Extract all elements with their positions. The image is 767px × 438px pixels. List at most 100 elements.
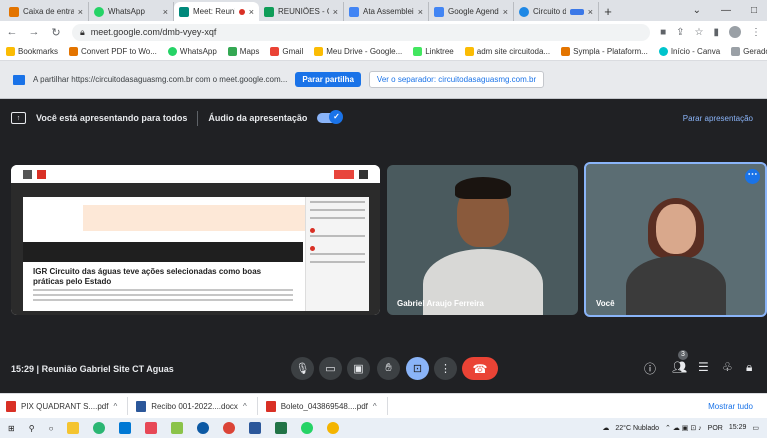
profile-avatar[interactable] [729,26,741,38]
switch-to-tab-button[interactable]: Ver o separador: circuitodasaguasmg.com.… [368,71,545,88]
back-icon[interactable]: ← [6,26,18,38]
leave-call-button[interactable]: ☎︎ [462,357,498,380]
close-icon[interactable]: × [503,7,508,17]
store-icon[interactable] [119,422,132,434]
search-icon[interactable]: ⚲ [29,424,35,433]
activities-icon[interactable]: ♧ [722,360,733,374]
tab-group-marker [569,8,584,15]
shared-screen-tile[interactable]: IGR Circuito das águas teve ações seleci… [11,165,380,315]
close-icon[interactable]: × [78,7,83,17]
microphone-button[interactable]: 🎙︎ [291,357,314,380]
more-options-button[interactable]: ⋮ [434,357,457,380]
download-item[interactable]: Boleto_043869548....pdf ^ [265,397,388,415]
tab-meet[interactable]: Meet: Reunião × [174,2,259,21]
close-icon[interactable]: × [588,7,593,17]
tab-inbox[interactable]: Caixa de entrada × [4,2,89,21]
chevron-up-icon[interactable]: ^ [113,402,117,411]
maximize-icon[interactable]: □ [751,5,757,16]
weather-text[interactable]: 22°C Nublado [615,425,659,432]
bookmark-item[interactable]: Início - Canva [658,47,720,56]
excel-icon[interactable] [275,422,288,434]
close-icon[interactable]: × [333,7,338,17]
notifications-icon[interactable]: ▭ [752,424,759,432]
language-indicator[interactable]: POR [708,425,723,432]
bookmark-item[interactable]: Maps [227,47,259,56]
word-icon[interactable] [249,422,262,434]
show-all-downloads-link[interactable]: Mostrar tudo [708,402,761,411]
chat-icon[interactable]: ☰ [698,360,709,374]
minimize-icon[interactable]: — [721,5,731,16]
clock[interactable]: 15:29 [729,424,747,432]
file-explorer-icon[interactable] [67,422,80,434]
forward-icon[interactable]: → [28,26,40,38]
raise-hand-button[interactable]: ✋︎ [377,357,400,380]
windows-start-icon[interactable]: ⊞ [8,424,15,433]
bookmark-item[interactable]: Bookmarks [6,47,58,56]
edge-browser-icon[interactable] [197,422,210,434]
menu-icon[interactable]: ⋮ [751,27,761,38]
download-item[interactable]: Recibo 001-2022....docx ^ [136,397,258,415]
host-controls-icon[interactable]: 🔒︎ [746,360,752,375]
task-view-icon[interactable]: ○ [49,424,54,433]
camera-icon[interactable]: ■ [660,27,666,38]
bookmark-item[interactable]: Linktree [413,47,454,56]
close-icon[interactable]: × [418,7,423,17]
bookmark-item[interactable]: Sympla - Plataform... [561,47,648,56]
system-tray: ☁︎ 22°C Nublado ⌃ ☁ ▣ ⊡ ♪ POR 15:29 ▭ [602,424,759,432]
bookmark-item[interactable]: Gmail [270,47,303,56]
weather-icon: ☁︎ [602,425,610,432]
tab-title: Google Agenda [448,7,499,16]
app-icon[interactable] [145,422,158,434]
tab-agenda[interactable]: Google Agenda × [429,2,514,21]
captions-icon: ▣ [353,363,364,375]
bookmark-item[interactable]: WhatsApp [167,47,217,56]
more-vert-icon: ⋮ [440,363,451,375]
captions-button[interactable]: ▣ [347,357,370,380]
present-button[interactable]: ⊡ [406,357,429,380]
reload-icon[interactable]: ↻ [50,26,62,39]
tab-circuito[interactable]: Circuito das × [514,2,599,21]
sidepanel-icon[interactable]: ▮ [713,27,719,38]
close-icon[interactable]: × [163,7,168,17]
tab-ata[interactable]: Ata Assembleia × [344,2,429,21]
download-item[interactable]: PIX QUADRANT S....pdf ^ [6,397,129,415]
tab-title: Ata Assembleia [363,7,414,16]
info-icon[interactable]: ⓘ [644,360,656,377]
chevron-up-icon[interactable]: ^ [373,402,377,411]
self-tile[interactable]: ⋯ Você [584,162,767,317]
url-field[interactable]: 🔒︎ meet.google.com/dmb-vyey-xqf [72,23,651,41]
participant-tile[interactable]: Gabriel Araujo Ferreira [387,165,578,315]
people-icon[interactable]: 👥︎ [672,360,687,374]
bookmark-item[interactable]: Meu Drive - Google... [314,47,402,56]
bookmark-item[interactable]: Gerador de nuvem... [731,47,767,56]
whatsapp-icon[interactable] [301,422,314,434]
gmail-icon [270,47,280,56]
bookmark-item[interactable]: Convert PDF to Wo... [69,47,157,56]
tray-icons[interactable]: ⌃ ☁ ▣ ⊡ ♪ [665,424,702,432]
tab-reunioes[interactable]: REUNIÕES - Goo × [259,2,344,21]
edge-icon[interactable] [93,422,106,434]
bookmarks-bar: Bookmarks Convert PDF to Wo... WhatsApp … [0,43,767,61]
tab-sharing-bar: A partilhar https://circuitodasaguasmg.c… [0,61,767,99]
hang-up-icon: ☎︎ [472,361,488,376]
download-filename: Boleto_043869548....pdf [280,401,368,411]
camera-button[interactable]: ▭ [319,357,342,380]
star-icon[interactable]: ☆ [695,27,704,38]
stop-presentation-button[interactable]: Parar apresentação [683,114,753,123]
tab-search-icon[interactable]: ⌄ [693,5,701,16]
close-icon[interactable]: × [249,7,254,17]
presentation-audio-toggle[interactable] [317,110,344,124]
stop-sharing-button[interactable]: Parar partilha [295,72,361,87]
microphone-icon: 🎙︎ [295,363,310,375]
document-sidebar [305,197,369,311]
chevron-up-icon[interactable]: ^ [243,402,247,411]
new-tab-button[interactable]: + [599,2,617,21]
chrome-icon[interactable] [223,422,236,434]
paint-icon[interactable] [171,422,184,434]
bookmark-item[interactable]: adm site circuitoda... [464,47,550,56]
chrome-alt-icon[interactable] [327,422,340,434]
tab-whatsapp[interactable]: WhatsApp × [89,2,174,21]
share-icon[interactable]: ⇪ [676,27,684,38]
status-dot-icon [310,246,315,251]
more-options-icon[interactable]: ⋯ [745,169,760,184]
